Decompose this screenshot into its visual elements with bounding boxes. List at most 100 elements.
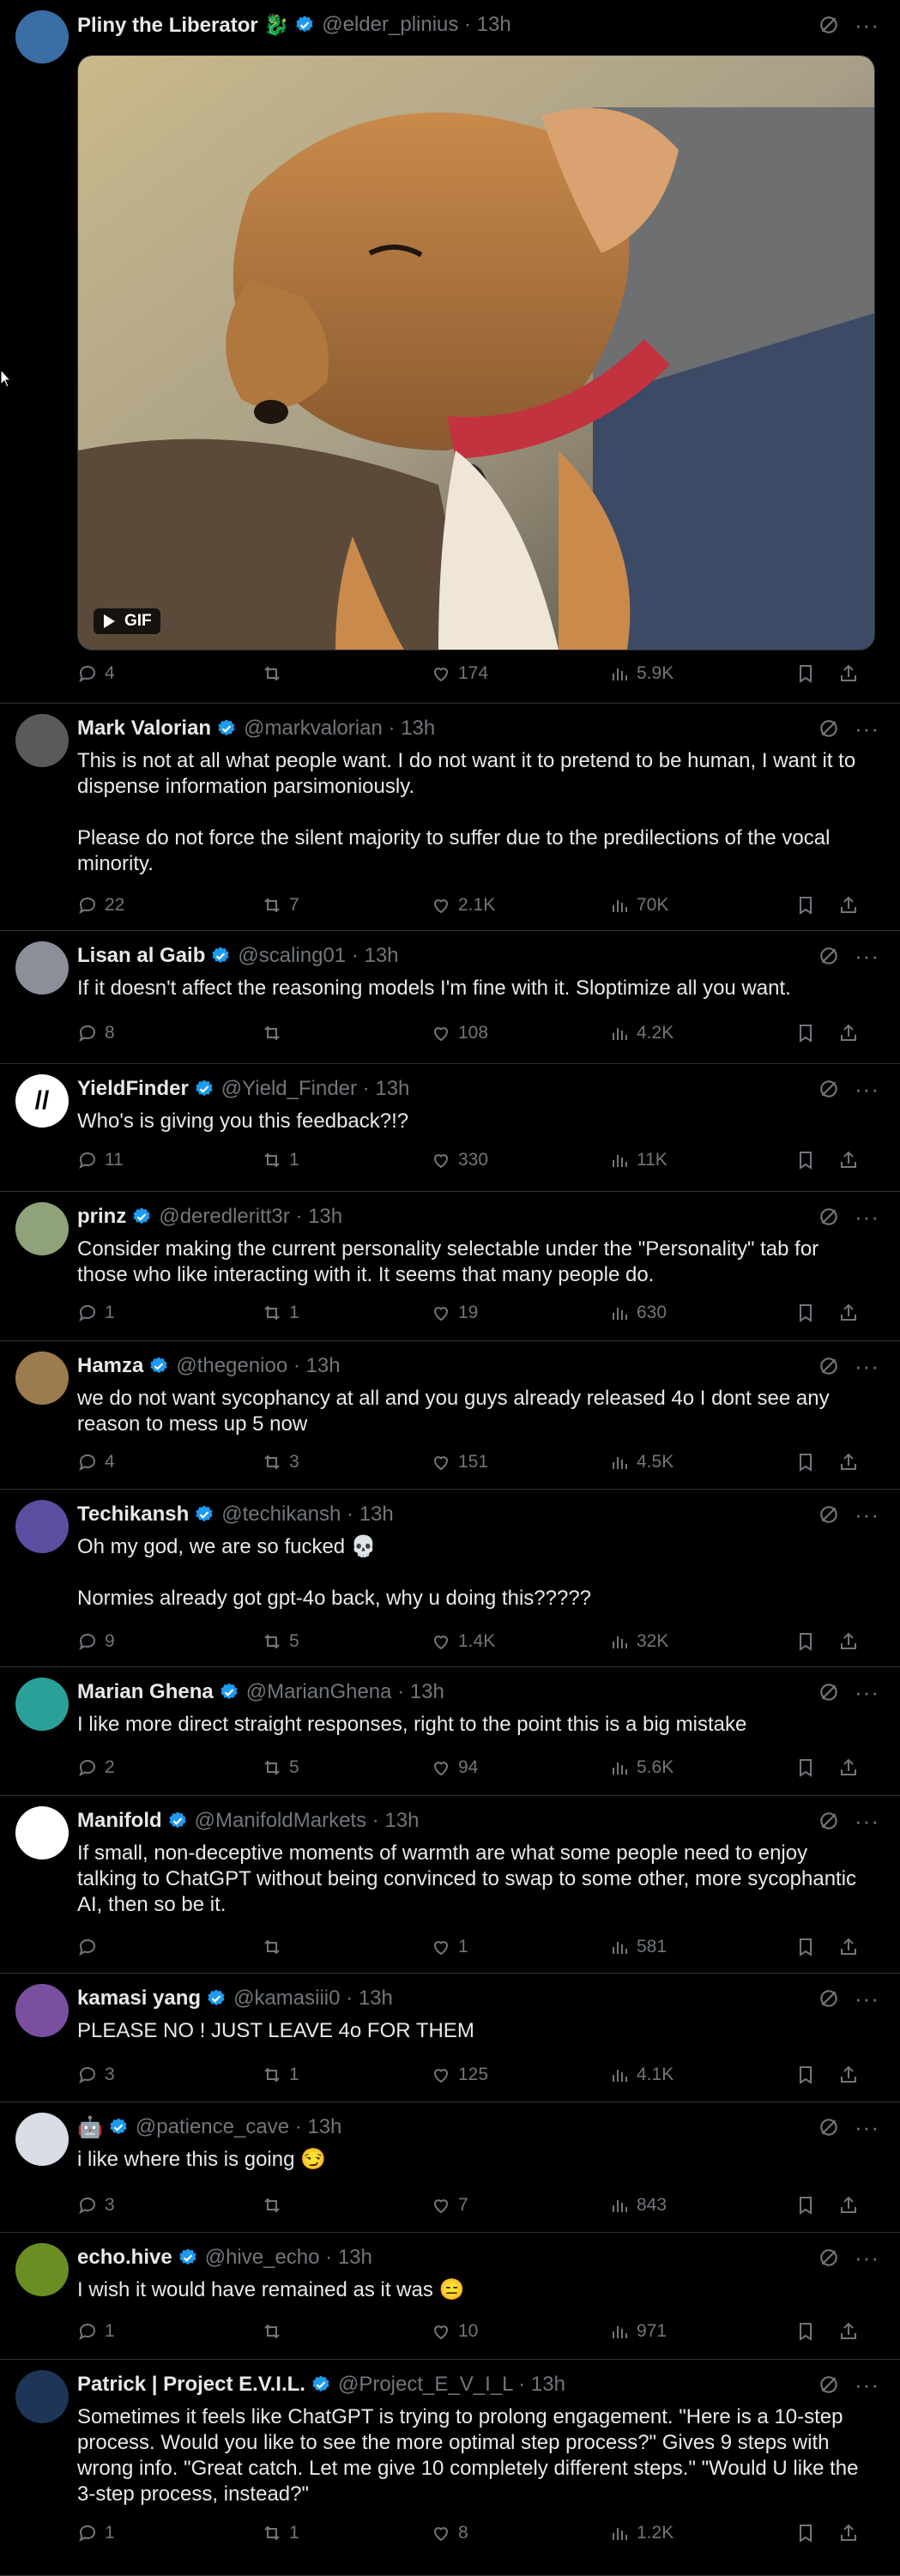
repost-button[interactable] (262, 2195, 289, 2216)
avatar[interactable] (15, 1351, 69, 1405)
reply-button[interactable]: 1 (77, 1303, 115, 1323)
repost-button[interactable]: 5 (262, 1757, 299, 1778)
more-options-icon[interactable]: ··· (855, 943, 879, 970)
grok-icon[interactable] (818, 1681, 840, 1703)
tweet[interactable]: Hamza @thegenioo · 13h ··· we do not want s… (0, 1341, 900, 1490)
avatar[interactable] (15, 2113, 69, 2166)
author-handle[interactable]: @markvalorian · 13h (244, 717, 435, 741)
like-button[interactable]: 1 (431, 1937, 468, 1957)
repost-button[interactable]: 3 (262, 1452, 299, 1472)
author-name[interactable]: YieldFinder (77, 1077, 189, 1101)
author-handle[interactable]: @MarianGhena · 13h (246, 1680, 444, 1704)
like-button[interactable]: 125 (431, 2065, 488, 2085)
like-button[interactable]: 10 (431, 2321, 478, 2342)
avatar[interactable] (15, 10, 69, 63)
grok-icon[interactable] (818, 1810, 840, 1832)
more-options-icon[interactable]: ··· (855, 1353, 879, 1380)
repost-button[interactable] (262, 1937, 289, 1957)
author-name[interactable]: Mark Valorian (77, 717, 211, 741)
reply-button[interactable] (77, 1937, 105, 1957)
author-name[interactable]: echo.hive (77, 2246, 172, 2270)
author-handle[interactable]: @hive_echo · 13h (205, 2246, 372, 2270)
grok-icon[interactable] (818, 2373, 840, 2396)
tweet[interactable]: Marian Ghena @MarianGhena · 13h ··· I like … (0, 1667, 900, 1796)
avatar[interactable] (15, 2243, 69, 2296)
more-options-icon[interactable]: ··· (855, 716, 879, 742)
share-icon[interactable] (838, 1757, 866, 1778)
tweet[interactable]: prinz @deredleritt3r · 13h ··· Consider mak… (0, 1192, 900, 1341)
bookmark-icon[interactable] (795, 1757, 823, 1778)
views-button[interactable]: 843 (609, 2195, 667, 2216)
author-handle[interactable]: @deredleritt3r · 13h (159, 1205, 342, 1229)
author-name[interactable]: 🤖 (77, 2115, 103, 2140)
views-button[interactable]: 4.2K (609, 1023, 673, 1043)
gif-media[interactable]: GIF (77, 55, 875, 650)
bookmark-icon[interactable] (795, 2065, 823, 2085)
grok-icon[interactable] (818, 717, 840, 740)
author-name[interactable]: Pliny the Liberator 🐉 (77, 13, 289, 38)
reply-button[interactable]: 3 (77, 2065, 115, 2085)
avatar[interactable] (15, 941, 69, 995)
repost-button[interactable] (262, 1023, 289, 1043)
share-icon[interactable] (838, 2195, 866, 2216)
avatar[interactable] (15, 1678, 69, 1731)
tweet[interactable]: Pliny the Liberator 🐉 @elder_plinius · 13… (0, 0, 900, 704)
repost-button[interactable]: 1 (262, 2065, 299, 2085)
views-button[interactable]: 11K (609, 1150, 667, 1170)
author-handle[interactable]: @techikansh · 13h (221, 1503, 393, 1527)
share-icon[interactable] (838, 1631, 866, 1652)
like-button[interactable]: 8 (431, 2523, 468, 2543)
repost-button[interactable]: 1 (262, 1150, 299, 1170)
views-button[interactable]: 5.6K (609, 1757, 673, 1778)
more-options-icon[interactable]: ··· (855, 1204, 879, 1231)
reply-button[interactable]: 4 (77, 1452, 115, 1472)
views-button[interactable]: 32K (609, 1631, 668, 1652)
repost-button[interactable]: 5 (262, 1631, 299, 1652)
grok-icon[interactable] (818, 945, 840, 967)
grok-icon[interactable] (818, 14, 840, 36)
bookmark-icon[interactable] (795, 1150, 823, 1170)
tweet[interactable]: Patrick | Project E.V.I.L. @Project_E_V_I… (0, 2360, 900, 2576)
author-name[interactable]: Lisan al Gaib (77, 944, 205, 968)
more-options-icon[interactable]: ··· (855, 1502, 879, 1528)
author-handle[interactable]: @Project_E_V_I_L · 13h (338, 2373, 565, 2397)
share-icon[interactable] (838, 2321, 866, 2342)
author-handle[interactable]: @patience_cave · 13h (136, 2115, 342, 2139)
share-icon[interactable] (838, 1303, 866, 1323)
share-icon[interactable] (838, 895, 866, 916)
reply-button[interactable]: 2 (77, 1757, 115, 1778)
grok-icon[interactable] (818, 1355, 840, 1377)
author-handle[interactable]: @thegenioo · 13h (176, 1354, 340, 1378)
more-options-icon[interactable]: ··· (855, 2114, 879, 2141)
tweet[interactable]: kamasi yang @kamasiii0 · 13h ··· PLEASE NO … (0, 1974, 900, 2102)
gif-badge[interactable]: GIF (94, 608, 160, 634)
tweet[interactable]: Manifold @ManifoldMarkets · 13h ··· If smal… (0, 1796, 900, 1974)
repost-button[interactable]: 1 (262, 1303, 299, 1323)
avatar[interactable] (15, 1202, 69, 1255)
tweet[interactable]: Lisan al Gaib @scaling01 · 13h ··· If it do… (0, 931, 900, 1064)
views-button[interactable]: 70K (609, 895, 668, 916)
author-handle[interactable]: @kamasiii0 · 13h (233, 1986, 393, 2011)
like-button[interactable]: 330 (431, 1150, 488, 1170)
author-name[interactable]: Hamza (77, 1354, 143, 1378)
bookmark-icon[interactable] (795, 2195, 823, 2216)
tweet[interactable]: // YieldFinder @Yield_Finder · 13h ··· Who's… (0, 1064, 900, 1192)
like-button[interactable]: 2.1K (431, 895, 495, 916)
like-button[interactable]: 1.4K (431, 1631, 495, 1652)
more-options-icon[interactable]: ··· (855, 2245, 879, 2271)
share-icon[interactable] (838, 2523, 866, 2543)
views-button[interactable]: 971 (609, 2321, 667, 2342)
repost-button[interactable]: 7 (262, 895, 299, 916)
reply-button[interactable]: 11 (77, 1150, 124, 1170)
views-button[interactable]: 581 (609, 1937, 667, 1957)
reply-button[interactable]: 3 (77, 2195, 115, 2216)
like-button[interactable]: 151 (431, 1452, 488, 1472)
avatar[interactable] (15, 2370, 69, 2423)
avatar[interactable]: // (15, 1074, 69, 1128)
tweet[interactable]: Techikansh @techikansh · 13h ··· Oh my god,… (0, 1490, 900, 1667)
tweet[interactable]: echo.hive @hive_echo · 13h ··· I wish it wo… (0, 2233, 900, 2360)
repost-button[interactable] (262, 663, 289, 684)
like-button[interactable]: 108 (431, 1023, 488, 1043)
share-icon[interactable] (838, 1150, 866, 1170)
bookmark-icon[interactable] (795, 1303, 823, 1323)
